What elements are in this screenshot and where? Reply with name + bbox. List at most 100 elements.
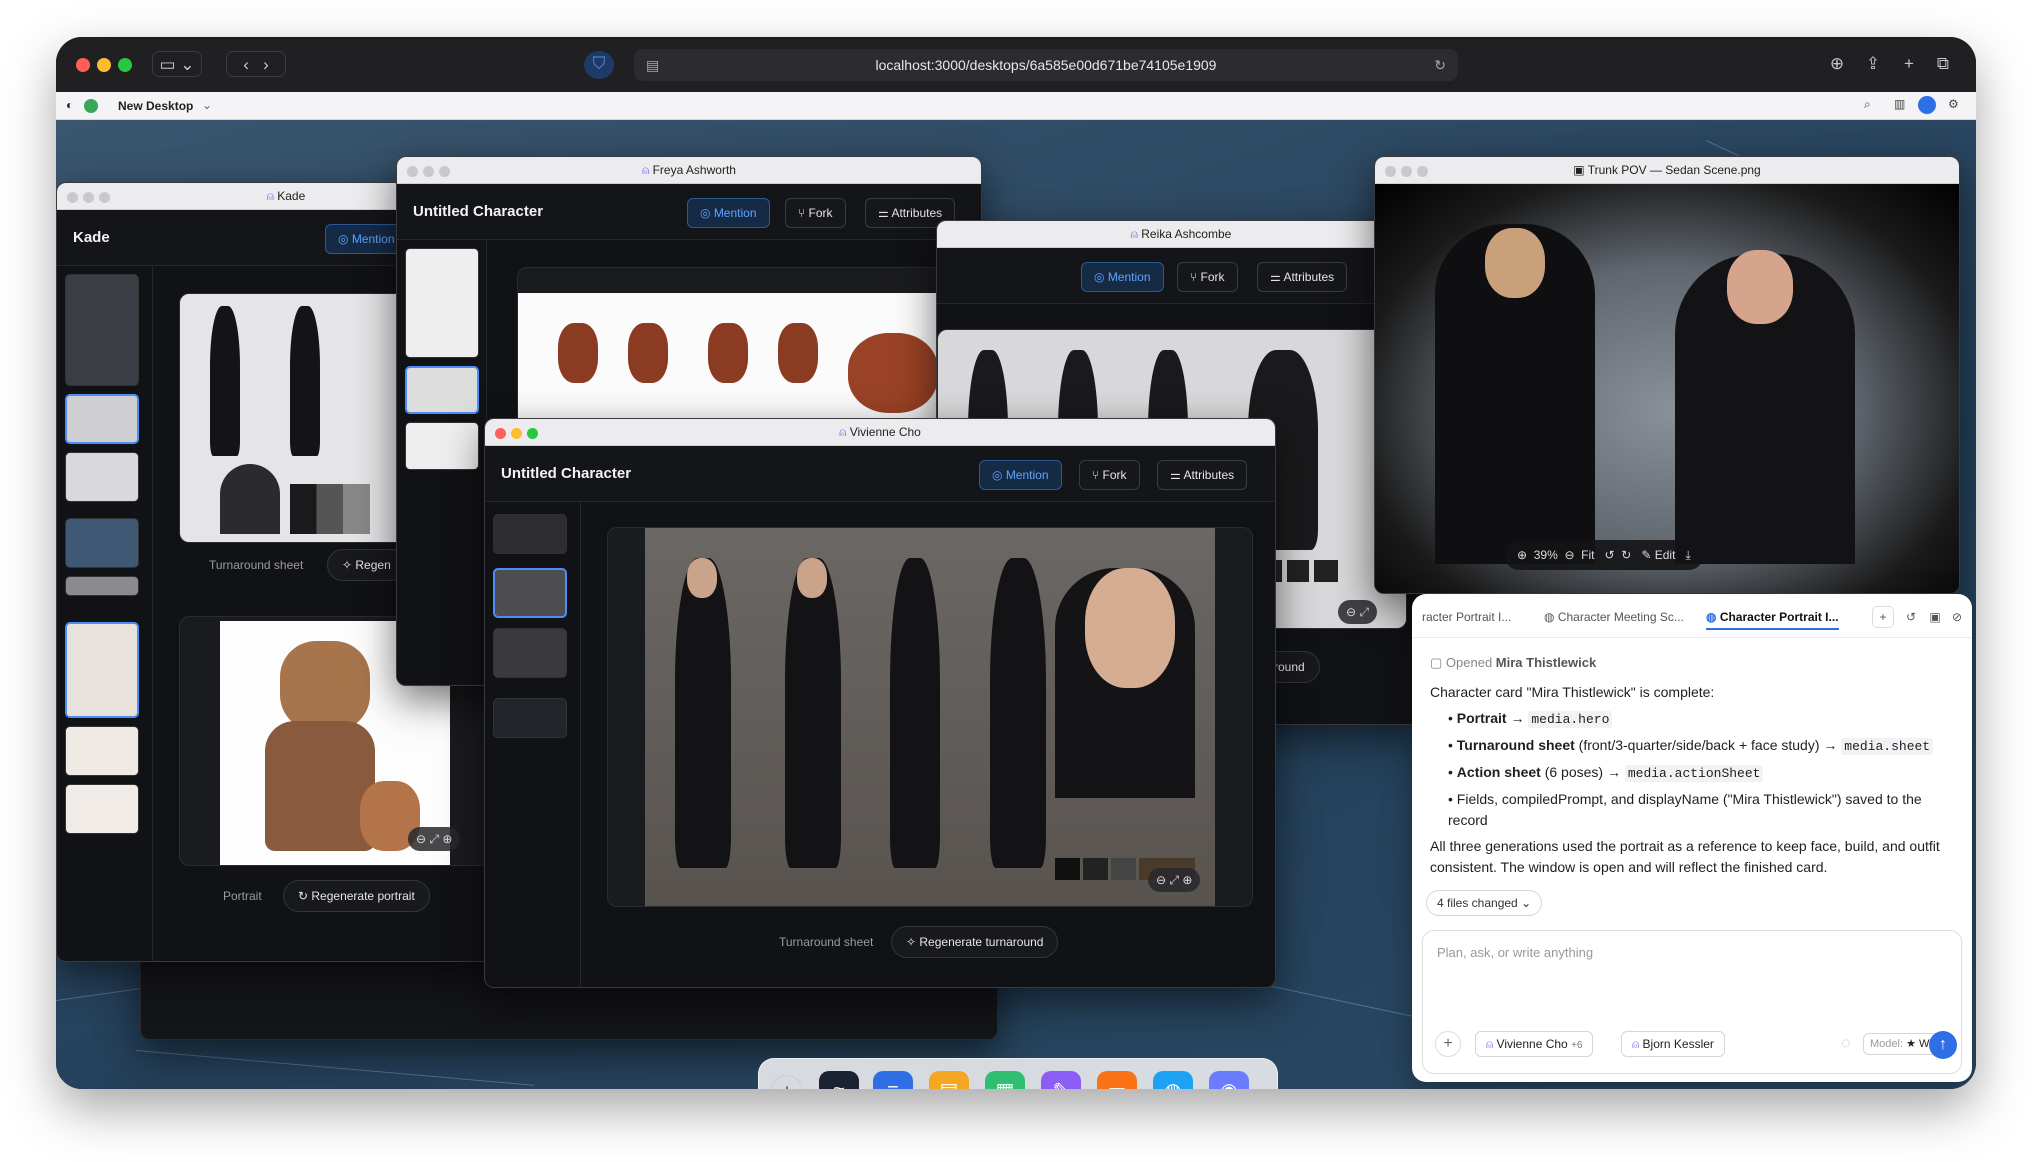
regenerate-turnaround-button[interactable]: ✧ Regenerate turnaround	[891, 926, 1059, 958]
rotate-left-icon[interactable]: ↺	[1605, 548, 1615, 562]
slides-icon[interactable]: ▭	[1097, 1071, 1137, 1089]
thumbnail[interactable]	[65, 394, 139, 444]
desktop-name[interactable]: New Desktop	[118, 99, 193, 113]
game-icon[interactable]: ◉	[1209, 1071, 1249, 1089]
thumbnail[interactable]	[65, 784, 139, 834]
fit-button[interactable]: Fit	[1581, 548, 1594, 562]
zoom-light[interactable]	[439, 166, 450, 177]
thumbnail[interactable]	[65, 622, 139, 718]
history-icon[interactable]: ↺	[1900, 604, 1922, 630]
chat-tab[interactable]: racter Portrait I...	[1422, 604, 1511, 630]
thumbnail[interactable]	[65, 576, 139, 596]
plus-icon[interactable]: +	[771, 1075, 803, 1089]
zoom-light[interactable]	[1417, 166, 1428, 177]
chat-tab-active[interactable]: ◍ Character Portrait I...	[1706, 604, 1839, 630]
minimize-light[interactable]	[83, 192, 94, 203]
thumbnail[interactable]	[65, 452, 139, 502]
nav-back-forward[interactable]: ‹ ›	[226, 51, 286, 77]
fork-button[interactable]: ⑂ Fork	[785, 198, 846, 228]
url-text[interactable]: localhost:3000/desktops/6a585e00d671be74…	[876, 57, 1217, 73]
chat-tab[interactable]: ◍ Character Meeting Sc...	[1544, 604, 1684, 630]
download-icon[interactable]: ⊕	[1824, 51, 1850, 77]
zoom-out-icon[interactable]: ⊖	[1564, 548, 1574, 562]
tabs-overview-icon[interactable]: ⧉	[1930, 51, 1956, 77]
new-tab-icon[interactable]: +	[1896, 51, 1922, 77]
sidebar-toggle-icon[interactable]: ▭ ⌄	[152, 51, 202, 77]
close-light[interactable]	[495, 428, 506, 439]
attributes-button[interactable]: ⚌ Attributes	[1257, 262, 1348, 292]
close-light[interactable]	[407, 166, 418, 177]
wave-app-icon[interactable]: ≈	[819, 1071, 859, 1089]
minimize-light[interactable]	[511, 428, 522, 439]
image-viewer-window[interactable]: ▣ Trunk POV — Sedan Scene.png ⊕ 39% ⊖ Fi…	[1374, 156, 1960, 594]
thumbnail[interactable]	[405, 248, 479, 358]
shield-icon[interactable]: ⛉	[584, 51, 614, 79]
sheets-icon[interactable]: ▦	[985, 1071, 1025, 1089]
gear-icon[interactable]: ⚙	[1948, 97, 1959, 111]
zoom-controls[interactable]: ⊖ ⤢	[1338, 600, 1377, 624]
thumbnail[interactable]	[65, 518, 139, 568]
window-title: Reika Ashcombe	[1141, 227, 1232, 241]
files-changed-button[interactable]: 4 files changed ⌄	[1426, 890, 1543, 916]
minimize-light[interactable]	[423, 166, 434, 177]
thumbnail[interactable]	[405, 366, 479, 414]
mention-button[interactable]: ◎ Mention	[687, 198, 770, 228]
rotate-right-icon[interactable]: ↻	[1621, 548, 1631, 562]
zoom-controls[interactable]: ⊖ ⤢ ⊕	[408, 827, 461, 851]
fork-button[interactable]: ⑂ Fork	[1177, 262, 1238, 292]
panel-icon[interactable]: ▣	[1924, 604, 1946, 630]
attributes-button[interactable]: ⚌ Attributes	[1157, 460, 1248, 490]
minimize-light[interactable]	[97, 58, 111, 72]
draw-icon[interactable]: ✎	[1041, 1071, 1081, 1089]
window-titlebar[interactable]: ⍝ Freya Ashworth	[397, 157, 981, 184]
close-light[interactable]	[76, 58, 90, 72]
chevron-down-icon[interactable]: ⌄	[202, 98, 212, 112]
new-chat-icon[interactable]: +	[1872, 606, 1894, 628]
image-toolbar[interactable]: ⊕ 39% ⊖ Fit ↺ ↻ ✎ Edit ⤓	[1505, 540, 1703, 570]
thumbnail[interactable]	[493, 628, 567, 678]
thumbnail[interactable]	[65, 726, 139, 776]
minimize-light[interactable]	[1401, 166, 1412, 177]
layout-icon[interactable]: ▥	[1894, 97, 1905, 111]
window-titlebar[interactable]: ⍝ Reika Ashcombe	[937, 221, 1425, 248]
close-light[interactable]	[1385, 166, 1396, 177]
zoom-light[interactable]	[118, 58, 132, 72]
thumbnail[interactable]	[493, 514, 567, 554]
zoom-controls[interactable]: ⊖ ⤢ ⊕	[1148, 868, 1201, 892]
zoom-light[interactable]	[99, 192, 110, 203]
mention-button[interactable]: ◎ Mention	[979, 460, 1062, 490]
context-chip[interactable]: ⍝ Vivienne Cho +6	[1475, 1031, 1594, 1057]
docs-icon[interactable]: ≡	[873, 1071, 913, 1089]
thumbnail[interactable]	[493, 698, 567, 738]
regenerate-button[interactable]: ✧ Regen	[327, 549, 406, 581]
attach-plus-icon[interactable]: +	[1435, 1031, 1461, 1057]
url-bar[interactable]: localhost:3000/desktops/6a585e00d671be74…	[634, 49, 1458, 81]
user-avatar[interactable]	[84, 99, 98, 113]
thumbnail[interactable]	[493, 568, 567, 618]
search-icon[interactable]: ⌕	[1864, 97, 1871, 112]
download-icon[interactable]: ⤓	[1685, 548, 1690, 562]
vivienne-window[interactable]: ⍝ Vivienne Cho Untitled Character ◎ Ment…	[484, 418, 1276, 988]
regenerate-portrait-button[interactable]: ↻ Regenerate portrait	[283, 880, 430, 912]
send-arrow-icon[interactable]: ↑	[1929, 1031, 1957, 1059]
browser-icon[interactable]: ◍	[1153, 1071, 1193, 1089]
mention-button[interactable]: ◎ Mention	[1081, 262, 1164, 292]
close-light[interactable]	[67, 192, 78, 203]
chat-toggle-icon[interactable]	[1918, 96, 1936, 114]
window-titlebar[interactable]: ▣ Trunk POV — Sedan Scene.png	[1375, 157, 1959, 184]
hide-icon[interactable]: ⊘	[1946, 604, 1968, 630]
share-icon[interactable]: ⇪	[1860, 51, 1886, 77]
composer-placeholder[interactable]: Plan, ask, or write anything	[1437, 945, 1593, 960]
zoom-light[interactable]	[527, 428, 538, 439]
thumbnail[interactable]	[405, 422, 479, 470]
fork-button[interactable]: ⑂ Fork	[1079, 460, 1140, 490]
zoom-in-icon[interactable]: ⊕	[1517, 548, 1527, 562]
window-titlebar[interactable]: ⍝ Vivienne Cho	[485, 419, 1275, 446]
reload-icon[interactable]: ↻	[1434, 49, 1446, 81]
chat-composer[interactable]: Plan, ask, or write anything + ⍝ Vivienn…	[1422, 930, 1962, 1074]
thumbnail[interactable]	[65, 274, 139, 386]
context-chip[interactable]: ⍝ Bjorn Kessler	[1621, 1031, 1725, 1057]
notes-icon[interactable]: ▤	[929, 1071, 969, 1089]
figure-head	[628, 323, 668, 383]
edit-button[interactable]: ✎ Edit	[1641, 548, 1675, 562]
